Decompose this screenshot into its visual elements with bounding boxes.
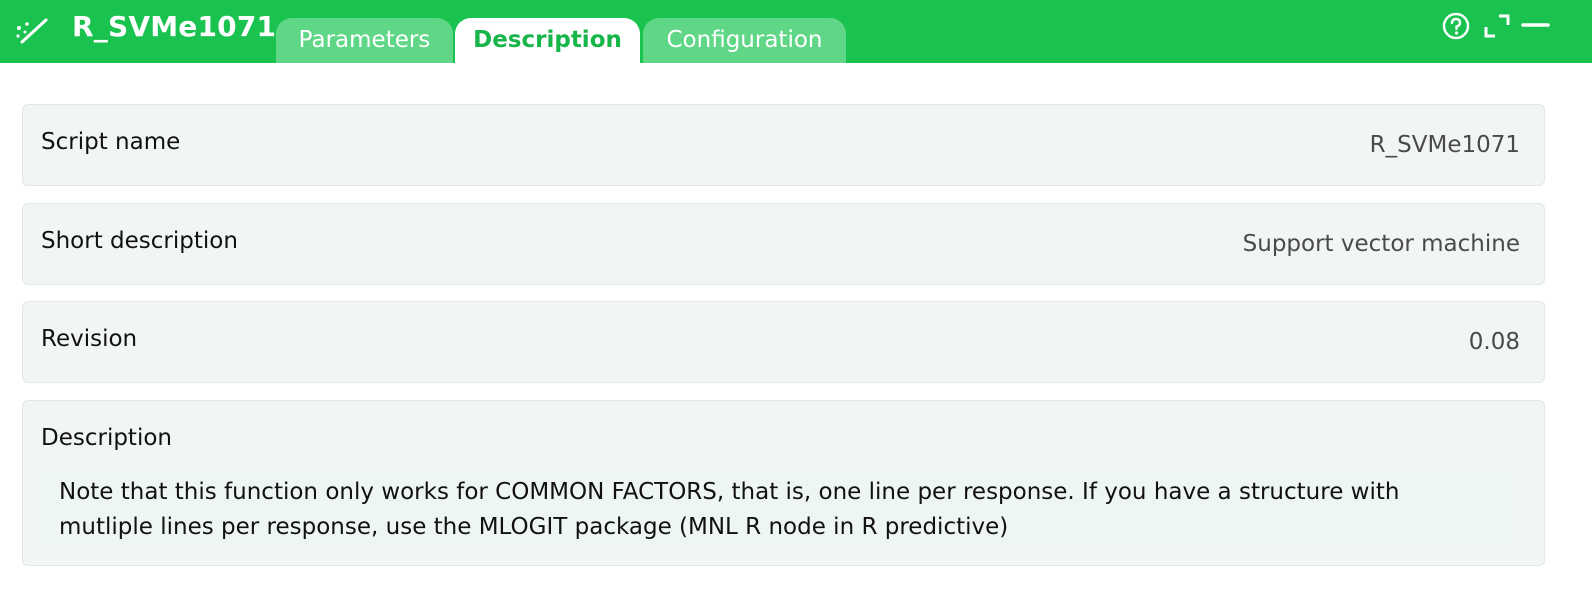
description-label: Description: [41, 425, 172, 451]
short-description-label: Short description: [41, 228, 238, 254]
tab-configuration[interactable]: Configuration: [643, 18, 846, 63]
short-description-row: Short description Support vector machine: [22, 203, 1545, 285]
script-name-row: Script name R_SVMe1071: [22, 104, 1545, 186]
revision-value: 0.08: [1468, 329, 1520, 355]
magic-wand-icon: [14, 14, 50, 46]
help-icon[interactable]: [1441, 11, 1471, 41]
tab-description[interactable]: Description: [455, 18, 640, 63]
node-title: R_SVMe1071: [72, 10, 277, 43]
minimize-icon[interactable]: [1520, 11, 1550, 41]
script-name-label: Script name: [41, 129, 181, 155]
revision-row: Revision 0.08: [22, 301, 1545, 383]
script-name-value: R_SVMe1071: [1369, 132, 1520, 158]
title-bar: R_SVMe1071 Parameters Description Config…: [0, 0, 1592, 63]
description-section: Description Note that this function only…: [22, 400, 1545, 566]
description-text: Note that this function only works for C…: [41, 473, 1515, 545]
tab-parameters[interactable]: Parameters: [276, 18, 453, 63]
short-description-value: Support vector machine: [1242, 231, 1520, 257]
expand-icon[interactable]: [1482, 11, 1512, 41]
revision-label: Revision: [41, 326, 138, 352]
